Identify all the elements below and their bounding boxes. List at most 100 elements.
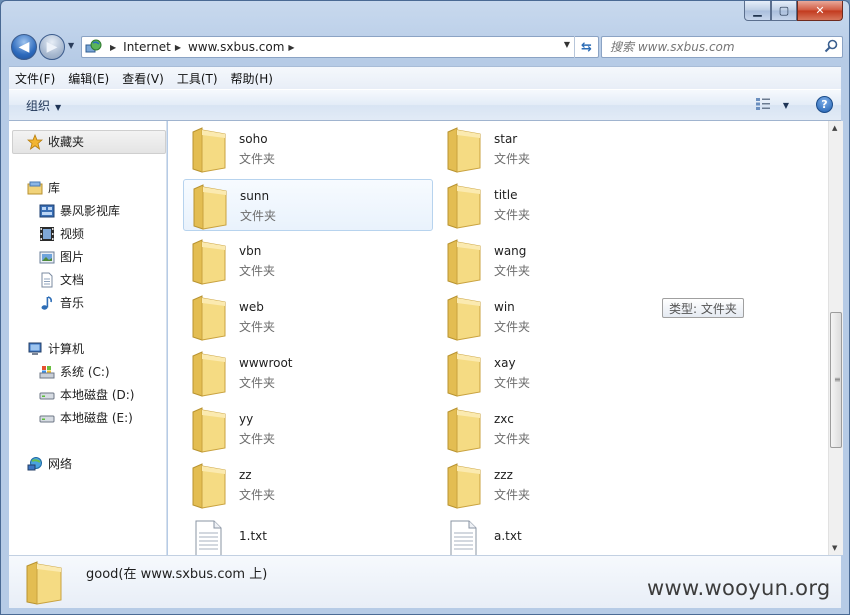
item-type: 文件夹 xyxy=(494,152,531,166)
folder-item[interactable]: wang 文件夹 xyxy=(438,235,688,287)
folder-item[interactable]: wwwroot 文件夹 xyxy=(183,347,433,399)
nav-library-documents-label: 文档 xyxy=(60,273,85,287)
help-button[interactable]: ? xyxy=(816,96,833,113)
organize-button[interactable]: 组织 ▼ xyxy=(26,97,61,114)
folder-item[interactable]: web 文件夹 xyxy=(183,291,433,343)
breadcrumb-site[interactable]: www.sxbus.com xyxy=(188,40,284,54)
refresh-button[interactable]: ⇆ xyxy=(574,36,598,58)
scroll-up-arrow-icon[interactable]: ▲ xyxy=(832,124,837,132)
nav-libraries[interactable]: 库 xyxy=(27,179,60,196)
item-type: 文件夹 xyxy=(239,376,276,390)
recent-pages-dropdown-icon[interactable]: ▼ xyxy=(68,41,74,50)
item-name: xay xyxy=(494,356,516,370)
nav-favorites-label: 收藏夹 xyxy=(48,135,85,149)
nav-drive-e[interactable]: 本地磁盘 (E:) xyxy=(39,409,133,426)
item-name: zz xyxy=(239,468,252,482)
search-input[interactable] xyxy=(602,37,812,57)
back-button[interactable]: ◀ xyxy=(11,34,37,60)
item-name: win xyxy=(494,300,515,314)
nav-computer[interactable]: 计算机 xyxy=(27,340,84,357)
menu-bar: 文件(F) 编辑(E) 查看(V) 工具(T) 帮助(H) xyxy=(9,66,841,89)
vertical-scrollbar[interactable]: ▲ ≡ ▼ xyxy=(828,121,843,555)
file-item[interactable]: a.txt xyxy=(438,515,688,555)
item-type: 文件夹 xyxy=(494,376,531,390)
folder-icon xyxy=(190,407,230,456)
menu-help[interactable]: 帮助(H) xyxy=(231,70,273,87)
address-history-dropdown-icon[interactable]: ▼ xyxy=(564,40,570,49)
menu-edit[interactable]: 编辑(E) xyxy=(68,70,109,87)
nav-library-videos[interactable]: 视频 xyxy=(39,225,84,242)
nav-drive-d[interactable]: 本地磁盘 (D:) xyxy=(39,386,134,403)
item-name: a.txt xyxy=(494,529,522,543)
nav-computer-label: 计算机 xyxy=(48,342,85,356)
forward-button[interactable]: ▶ xyxy=(39,34,65,60)
nav-drive-c[interactable]: 系统 (C:) xyxy=(39,363,110,380)
caption-buttons: ▁ ▢ ✕ xyxy=(744,1,843,21)
watermark-text: www.wooyun.org xyxy=(647,576,831,600)
folder-icon xyxy=(190,351,230,400)
folder-item[interactable]: zxc 文件夹 xyxy=(438,403,688,455)
document-icon xyxy=(39,272,55,288)
maximize-button[interactable]: ▢ xyxy=(771,1,797,21)
type-tooltip: 类型: 文件夹 xyxy=(662,298,744,318)
star-icon xyxy=(27,133,43,150)
item-name: zxc xyxy=(494,412,514,426)
change-view-button[interactable]: ▼ xyxy=(755,97,789,114)
nav-library-pictures[interactable]: 图片 xyxy=(39,248,84,265)
folder-icon xyxy=(191,184,231,233)
breadcrumb-chevron-icon[interactable]: ▶ xyxy=(110,43,116,52)
breadcrumb-chevron-icon[interactable]: ▶ xyxy=(288,43,294,52)
folder-item[interactable]: win 文件夹 xyxy=(438,291,688,343)
menu-tools[interactable]: 工具(T) xyxy=(177,70,218,87)
network-globe-icon xyxy=(82,37,106,57)
folder-item[interactable]: zz 文件夹 xyxy=(183,459,433,511)
file-item[interactable]: 1.txt xyxy=(183,515,433,555)
scrollbar-thumb[interactable]: ≡ xyxy=(830,312,842,448)
folder-icon xyxy=(190,127,230,176)
text-file-icon xyxy=(190,519,226,555)
breadcrumb-internet[interactable]: Internet xyxy=(123,40,171,54)
view-options-icon xyxy=(755,97,771,114)
nav-network[interactable]: 网络 xyxy=(27,455,72,472)
item-type: 文件夹 xyxy=(239,432,276,446)
folder-item[interactable]: zzz 文件夹 xyxy=(438,459,688,511)
folder-icon xyxy=(190,239,230,288)
breadcrumb-chevron-icon[interactable]: ▶ xyxy=(175,43,181,52)
library-icon xyxy=(27,180,43,196)
folder-icon xyxy=(445,127,485,176)
item-type: 文件夹 xyxy=(494,264,531,278)
nav-favorites[interactable]: 收藏夹 xyxy=(27,133,84,150)
item-type: 文件夹 xyxy=(239,488,276,502)
scroll-down-arrow-icon[interactable]: ▼ xyxy=(832,544,837,552)
explorer-window: ▁ ▢ ✕ ◀ ▶ ▼ ▶ Internet ▶ www.sxbus.com ▶… xyxy=(0,0,850,615)
search-box xyxy=(601,36,843,58)
folder-icon xyxy=(445,351,485,400)
address-bar[interactable]: ▶ Internet ▶ www.sxbus.com ▶ ▼ ⇆ xyxy=(81,36,599,58)
music-note-icon xyxy=(39,295,55,311)
menu-file[interactable]: 文件(F) xyxy=(15,70,55,87)
nav-library-music-label: 音乐 xyxy=(60,296,85,310)
file-list: a.txt 1.txt zzz 文件夹 zz 文件夹 zxc 文件夹 yy 文件夹 xay 文件夹 ww… xyxy=(168,121,828,555)
folder-item[interactable]: title 文件夹 xyxy=(438,179,688,231)
nav-library-music[interactable]: 音乐 xyxy=(39,294,84,311)
item-name: sunn xyxy=(240,189,270,203)
close-button[interactable]: ✕ xyxy=(797,1,843,21)
folder-item[interactable]: star 文件夹 xyxy=(438,123,688,175)
folder-icon xyxy=(445,239,485,288)
minimize-button[interactable]: ▁ xyxy=(744,1,771,21)
nav-library-documents[interactable]: 文档 xyxy=(39,271,84,288)
search-icon[interactable] xyxy=(824,39,838,56)
folder-item[interactable]: soho 文件夹 xyxy=(183,123,433,175)
item-name: zzz xyxy=(494,468,513,482)
nav-libraries-label: 库 xyxy=(48,181,61,195)
menu-view[interactable]: 查看(V) xyxy=(122,70,164,87)
nav-library-baofeng[interactable]: 暴风影视库 xyxy=(39,202,120,219)
hard-drive-icon xyxy=(39,387,55,403)
folder-item[interactable]: yy 文件夹 xyxy=(183,403,433,455)
item-type: 文件夹 xyxy=(239,320,276,334)
navigation-pane: 收藏夹 库 暴风影视库 视频 图片 文档 音乐 计算机 系统 (C:) 本地磁盘… xyxy=(9,121,167,555)
folder-item[interactable]: sunn 文件夹 xyxy=(183,179,433,231)
item-type: 文件夹 xyxy=(239,152,276,166)
folder-item[interactable]: vbn 文件夹 xyxy=(183,235,433,287)
folder-item[interactable]: xay 文件夹 xyxy=(438,347,688,399)
